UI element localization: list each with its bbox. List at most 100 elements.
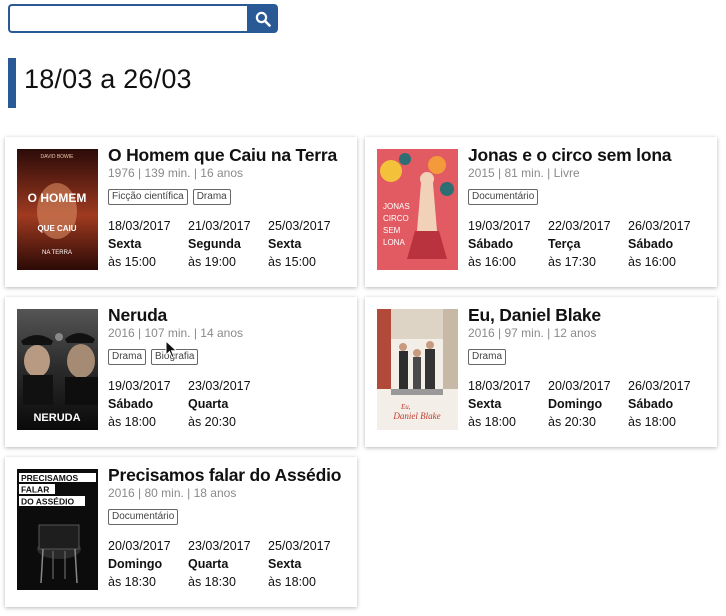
movie-poster[interactable]: NERUDA [17, 309, 98, 430]
session: 22/03/2017 Terça às 17:30 [548, 217, 628, 271]
movie-poster[interactable]: PRECISAMOS FALAR DO ASSÉDIO [17, 469, 98, 590]
session-date: 18/03/2017 [108, 219, 171, 233]
session: 25/03/2017 Sexta às 18:00 [268, 537, 348, 591]
genre-tag[interactable]: Drama [192, 189, 231, 205]
session: 23/03/2017 Quarta às 18:30 [188, 537, 268, 591]
session-list: 19/03/2017 Sábado às 18:00 23/03/2017 Qu… [108, 377, 268, 431]
genre-tag[interactable]: Drama [468, 349, 507, 365]
poster-text: CIRCO [383, 214, 409, 223]
session-time: às 20:30 [548, 415, 596, 429]
movie-card[interactable]: DAVID BOWIE O HOMEM QUE CAIU NA TERRA O … [5, 137, 357, 287]
session-date: 26/03/2017 [628, 219, 691, 233]
session: 20/03/2017 Domingo às 18:30 [108, 537, 188, 591]
session-time: às 18:30 [188, 575, 236, 589]
session-date: 23/03/2017 [188, 379, 251, 393]
session-time: às 15:00 [108, 255, 156, 269]
session-day: Sexta [108, 237, 142, 251]
session-day: Domingo [548, 397, 603, 411]
session-day: Sábado [468, 237, 514, 251]
session-date: 22/03/2017 [548, 219, 611, 233]
poster-text: FALAR [21, 485, 49, 495]
movie-card[interactable]: PRECISAMOS FALAR DO ASSÉDIO Precisamos f… [5, 457, 357, 607]
session-time: às 19:00 [188, 255, 236, 269]
session-day: Terça [548, 237, 581, 251]
movie-card[interactable]: Eu, Daniel Blake Eu, Daniel Blake 2016 |… [365, 297, 717, 447]
session-time: às 18:00 [468, 415, 516, 429]
genre-tags: Ficção científica Drama [108, 189, 231, 205]
session-date: 25/03/2017 [268, 539, 331, 553]
genre-tag[interactable]: Documentário [108, 509, 179, 525]
genre-tags: Documentário [108, 509, 179, 525]
movie-title[interactable]: Jonas e o circo sem lona [468, 145, 672, 166]
poster-text: O HOMEM [28, 191, 87, 205]
genre-tag[interactable]: Documentário [468, 189, 539, 205]
session: 18/03/2017 Sexta às 15:00 [108, 217, 188, 271]
poster-text: NERUDA [33, 412, 80, 424]
session-day: Sábado [628, 237, 674, 251]
session-time: às 18:00 [628, 415, 676, 429]
session: 23/03/2017 Quarta às 20:30 [188, 377, 268, 431]
poster-text: SEM [383, 226, 401, 235]
genre-tag[interactable]: Ficção científica [108, 189, 188, 205]
movie-meta: 2016 | 107 min. | 14 anos [108, 326, 243, 340]
session: 18/03/2017 Sexta às 18:00 [468, 377, 548, 431]
session-time: às 16:00 [628, 255, 676, 269]
session-day: Domingo [108, 557, 163, 571]
movie-card[interactable]: JONAS CIRCO SEM LONA Jonas e o circo sem… [365, 137, 717, 287]
session-date: 23/03/2017 [188, 539, 251, 553]
poster-text: NA TERRA [42, 250, 72, 256]
movie-title[interactable]: Eu, Daniel Blake [468, 305, 601, 326]
movie-meta: 2016 | 97 min. | 12 anos [468, 326, 597, 340]
session-day: Quarta [188, 397, 229, 411]
session: 20/03/2017 Domingo às 20:30 [548, 377, 628, 431]
session-time: às 17:30 [548, 255, 596, 269]
poster-text: DO ASSÉDIO [21, 497, 74, 507]
session-time: às 15:00 [268, 255, 316, 269]
genre-tag[interactable]: Drama [108, 349, 147, 365]
movie-title[interactable]: Neruda [108, 305, 167, 326]
genre-tags: Drama Biografia [108, 349, 199, 365]
session-day: Sábado [628, 397, 674, 411]
session-date: 19/03/2017 [468, 219, 531, 233]
movie-poster[interactable]: Eu, Daniel Blake [377, 309, 458, 430]
session-list: 19/03/2017 Sábado às 16:00 22/03/2017 Te… [468, 217, 708, 271]
poster-text: Eu, [400, 403, 411, 411]
movie-title[interactable]: Precisamos falar do Assédio [108, 465, 341, 486]
session-list: 20/03/2017 Domingo às 18:30 23/03/2017 Q… [108, 537, 348, 591]
session: 26/03/2017 Sábado às 16:00 [628, 217, 708, 271]
session-time: às 18:00 [108, 415, 156, 429]
session-day: Quarta [188, 557, 229, 571]
session-date: 25/03/2017 [268, 219, 331, 233]
poster-text: QUE CAIU [37, 224, 76, 233]
movie-card[interactable]: NERUDA Neruda 2016 | 107 min. | 14 anos … [5, 297, 357, 447]
movie-title[interactable]: O Homem que Caiu na Terra [108, 145, 337, 166]
session-day: Sexta [468, 397, 502, 411]
session-day: Sábado [108, 397, 154, 411]
movie-meta: 2015 | 81 min. | Livre [468, 166, 580, 180]
session-date: 21/03/2017 [188, 219, 251, 233]
session-day: Sexta [268, 237, 302, 251]
session-date: 18/03/2017 [468, 379, 531, 393]
poster-text: Daniel Blake [392, 411, 440, 421]
session: 19/03/2017 Sábado às 18:00 [108, 377, 188, 431]
movie-poster[interactable]: JONAS CIRCO SEM LONA [377, 149, 458, 270]
session-time: às 16:00 [468, 255, 516, 269]
session-date: 20/03/2017 [108, 539, 171, 553]
mouse-pointer-icon [165, 340, 178, 359]
session-time: às 18:00 [268, 575, 316, 589]
poster-text: JONAS [383, 202, 410, 211]
session-day: Segunda [188, 237, 241, 251]
genre-tags: Drama [468, 349, 507, 365]
session-date: 19/03/2017 [108, 379, 171, 393]
genre-tags: Documentário [468, 189, 539, 205]
poster-text: LONA [383, 238, 405, 247]
session-time: às 20:30 [188, 415, 236, 429]
poster-text: DAVID BOWIE [41, 154, 75, 160]
poster-text: PRECISAMOS [21, 473, 78, 483]
movie-poster[interactable]: DAVID BOWIE O HOMEM QUE CAIU NA TERRA [17, 149, 98, 270]
session: 19/03/2017 Sábado às 16:00 [468, 217, 548, 271]
session-day: Sexta [268, 557, 302, 571]
session-list: 18/03/2017 Sexta às 15:00 21/03/2017 Seg… [108, 217, 348, 271]
session-date: 26/03/2017 [628, 379, 691, 393]
movie-grid: DAVID BOWIE O HOMEM QUE CAIU NA TERRA O … [0, 0, 726, 616]
